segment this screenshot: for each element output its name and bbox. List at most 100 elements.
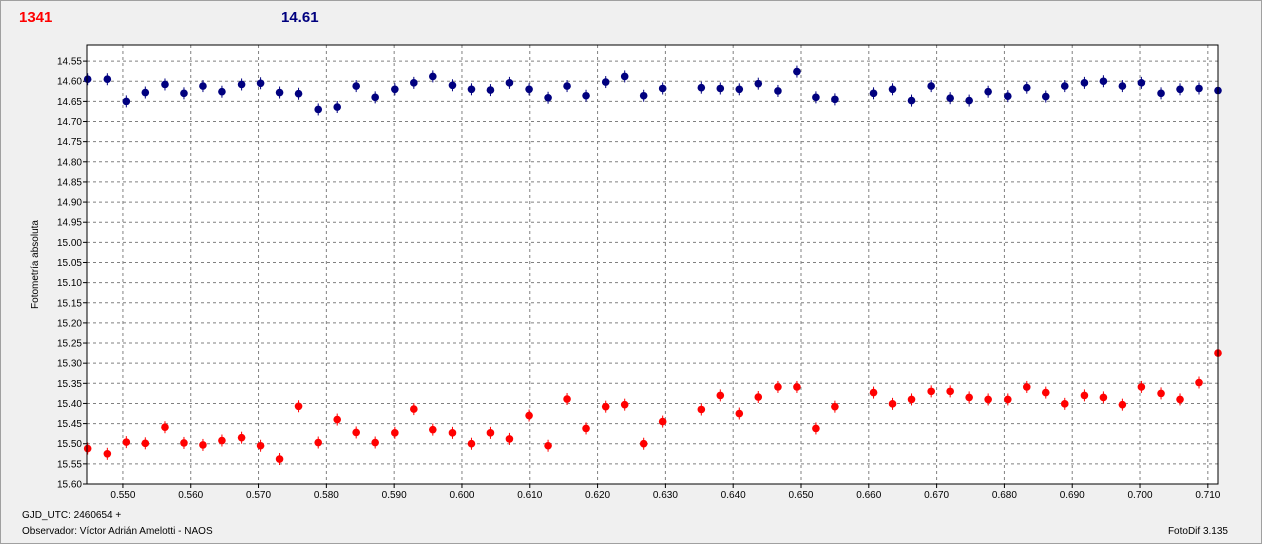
x-tick-label: 0.670 [924, 490, 949, 501]
data-point [467, 85, 476, 94]
data-point [1176, 395, 1184, 404]
data-point [869, 89, 878, 98]
chart-canvas: 0.550 0.560 0.570 0.580 0.590 0.600 0.610 0.620… [30, 44, 1222, 501]
data-point [218, 87, 226, 96]
software-version: FotoDif 3.135 [1167, 526, 1228, 537]
y-tick-label: 15.00 [57, 238, 82, 249]
data-point [352, 428, 360, 437]
data-point [793, 67, 801, 76]
data-point [965, 96, 973, 105]
data-point [716, 391, 725, 400]
data-point [275, 455, 284, 463]
data-point [831, 95, 839, 104]
x-tick-label: 0.680 [992, 490, 1017, 501]
data-point [161, 80, 169, 89]
y-tick-label: 14.80 [57, 157, 82, 168]
data-point [754, 79, 763, 88]
data-point [1118, 82, 1127, 90]
data-point [812, 424, 820, 433]
y-tick-label: 15.60 [57, 480, 82, 491]
y-tick-label: 15.45 [57, 419, 82, 430]
data-point [658, 417, 667, 426]
data-point [1157, 89, 1165, 98]
y-tick-label: 14.55 [57, 57, 82, 68]
data-point [1080, 391, 1089, 400]
data-point [735, 409, 744, 418]
y-axis-label: Fotometría absoluta [30, 220, 41, 309]
data-point [754, 393, 763, 401]
gjd-label: GJD_UTC: 2460654 + [22, 510, 122, 521]
data-point [391, 85, 399, 94]
data-point [486, 429, 495, 437]
data-point [83, 75, 92, 84]
data-point [448, 429, 457, 437]
x-tick-label: 0.610 [517, 490, 542, 501]
plot-area [87, 45, 1218, 484]
data-point [1004, 395, 1012, 404]
data-point [946, 387, 954, 396]
data-point [774, 383, 782, 391]
x-tick-label: 0.630 [653, 490, 678, 501]
data-point [1099, 77, 1108, 86]
data-point [1099, 393, 1108, 402]
y-tick-label: 15.15 [57, 298, 82, 309]
data-point [429, 72, 437, 81]
x-tick-label: 0.660 [856, 490, 881, 501]
data-point [793, 383, 801, 391]
x-tick-label: 0.590 [382, 490, 407, 501]
data-point [927, 82, 935, 90]
data-point [314, 105, 323, 114]
x-tick-label: 0.710 [1195, 490, 1220, 501]
data-point [352, 82, 360, 90]
data-point [563, 82, 571, 90]
data-point [180, 89, 188, 98]
data-point [658, 84, 667, 93]
data-point [1060, 82, 1069, 90]
y-tick-labels: 14.55 14.60 14.65 14.70 14.75 14.80 14.85 14.90… [57, 57, 82, 491]
data-point [1004, 92, 1012, 100]
data-point [505, 79, 514, 87]
y-tick-label: 15.10 [57, 278, 82, 289]
x-tick-label: 0.580 [314, 490, 339, 501]
data-point [467, 439, 476, 448]
data-point [946, 94, 954, 102]
data-point [582, 91, 590, 100]
data-point [1137, 79, 1146, 87]
y-tick-label: 15.30 [57, 359, 82, 370]
data-point [869, 388, 878, 397]
y-tick-label: 14.95 [57, 218, 82, 229]
y-tick-label: 14.90 [57, 198, 82, 209]
data-point [716, 84, 725, 93]
x-tick-label: 0.640 [721, 490, 746, 501]
data-point [831, 402, 839, 411]
data-point [544, 93, 552, 102]
y-tick-label: 14.70 [57, 117, 82, 128]
data-point [218, 436, 226, 445]
data-point [161, 423, 169, 432]
data-point [103, 75, 112, 84]
data-point [774, 87, 782, 95]
data-point [1118, 400, 1127, 409]
data-point [984, 87, 992, 96]
data-point [199, 82, 207, 90]
x-tick-label: 0.700 [1128, 490, 1153, 501]
data-point [237, 433, 246, 442]
y-tick-label: 15.35 [57, 379, 82, 390]
data-point [103, 449, 112, 458]
data-point [505, 435, 514, 443]
y-tick-label: 15.05 [57, 258, 82, 269]
data-point [1022, 383, 1031, 391]
data-point [122, 97, 131, 106]
data-point [410, 79, 418, 87]
data-point [122, 438, 131, 446]
data-point [620, 72, 629, 81]
data-point [1157, 389, 1165, 398]
data-point [333, 415, 342, 424]
data-point [83, 444, 92, 453]
observer-label: Observador: Víctor Adrián Amelotti - NAO… [22, 526, 213, 537]
y-tick-label: 14.75 [57, 137, 82, 148]
data-point [275, 88, 284, 97]
y-tick-label: 15.20 [57, 318, 82, 329]
data-point [1080, 79, 1089, 87]
y-tick-label: 15.40 [57, 399, 82, 410]
